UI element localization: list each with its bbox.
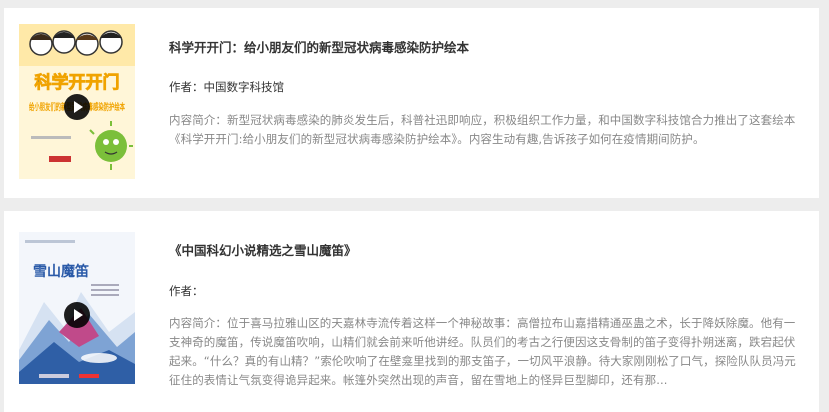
intro-label: 内容简介：: [169, 316, 227, 330]
intro-text: 新型冠状病毒感染的肺炎发生后，科普社迅即响应，积极组织工作力量，和中国数字科技馆…: [169, 113, 796, 146]
book-info: 科学开开门：给小朋友们的新型冠状病毒感染防护绘本 作者：中国数字科技馆 内容简介…: [169, 39, 797, 149]
book-card[interactable]: 雪山魔笛 《中国科幻小说精选之雪山魔笛》 作者： 内容简介：位于喜马拉雅山区的天…: [4, 211, 819, 412]
intro-label: 内容简介：: [169, 113, 227, 127]
book-info: 《中国科幻小说精选之雪山魔笛》 作者： 内容简介：位于喜马拉雅山区的天嘉林寺流传…: [169, 242, 797, 390]
cover-title: 科学开开门: [35, 72, 120, 93]
book-cover[interactable]: 雪山魔笛: [19, 232, 135, 384]
intro-text: 位于喜马拉雅山区的天嘉林寺流传着这样一个神秘故事：高僧拉布山嘉措精通巫蛊之术，长…: [169, 316, 796, 387]
book-intro: 内容简介：位于喜马拉雅山区的天嘉林寺流传着这样一个神秘故事：高僧拉布山嘉措精通巫…: [169, 314, 797, 390]
book-cover[interactable]: 科学开开门 给小朋友们的新型冠状病毒感染防护绘本: [19, 24, 135, 179]
book-intro: 内容简介：新型冠状病毒感染的肺炎发生后，科普社迅即响应，积极组织工作力量，和中国…: [169, 111, 797, 149]
book-title[interactable]: 科学开开门：给小朋友们的新型冠状病毒感染防护绘本: [169, 39, 797, 57]
book-author: 作者：: [169, 284, 204, 298]
book-card[interactable]: 科学开开门 给小朋友们的新型冠状病毒感染防护绘本 科学开开门：给小朋友们的新型冠…: [4, 8, 819, 198]
cover-title: 雪山魔笛: [33, 263, 89, 280]
play-icon[interactable]: [64, 94, 90, 120]
book-title[interactable]: 《中国科幻小说精选之雪山魔笛》: [169, 242, 797, 260]
play-icon[interactable]: [64, 302, 90, 328]
book-author: 作者：中国数字科技馆: [169, 80, 284, 94]
